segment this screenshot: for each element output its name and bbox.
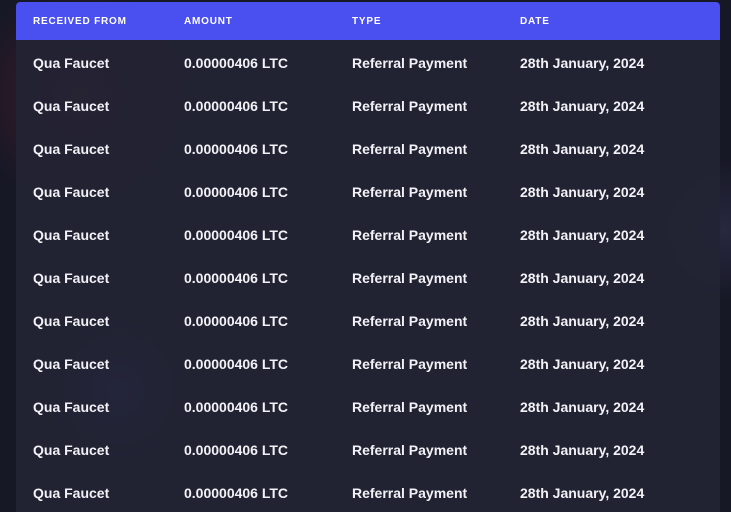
cell-type: Referral Payment xyxy=(352,269,468,286)
table-row: Qua Faucet 0.00000406 LTC Referral Payme… xyxy=(16,213,720,256)
table-row: Qua Faucet 0.00000406 LTC Referral Payme… xyxy=(16,471,720,512)
column-header-date: DATE xyxy=(520,15,550,27)
cell-received-from: Qua Faucet xyxy=(33,484,110,501)
cell-date: 28th January, 2024 xyxy=(520,312,645,329)
cell-date: 28th January, 2024 xyxy=(520,54,645,71)
cell-date: 28th January, 2024 xyxy=(520,355,645,372)
column-header-type: TYPE xyxy=(352,15,382,27)
cell-amount: 0.00000406 LTC xyxy=(184,97,289,114)
table-row: Qua Faucet 0.00000406 LTC Referral Payme… xyxy=(16,84,720,127)
cell-type: Referral Payment xyxy=(352,183,468,200)
cell-type: Referral Payment xyxy=(352,140,468,157)
cell-type: Referral Payment xyxy=(352,54,468,71)
cell-date: 28th January, 2024 xyxy=(520,97,645,114)
referral-payments-table: RECEIVED FROM AMOUNT TYPE DATE Qua Fauce… xyxy=(16,2,720,512)
cell-date: 28th January, 2024 xyxy=(520,398,645,415)
cell-amount: 0.00000406 LTC xyxy=(184,312,289,329)
cell-date: 28th January, 2024 xyxy=(520,226,645,243)
table-row: Qua Faucet 0.00000406 LTC Referral Payme… xyxy=(16,342,720,385)
cell-amount: 0.00000406 LTC xyxy=(184,269,289,286)
cell-type: Referral Payment xyxy=(352,226,468,243)
cell-type: Referral Payment xyxy=(352,441,468,458)
cell-received-from: Qua Faucet xyxy=(33,226,110,243)
table-row: Qua Faucet 0.00000406 LTC Referral Payme… xyxy=(16,428,720,471)
cell-received-from: Qua Faucet xyxy=(33,398,110,415)
cell-received-from: Qua Faucet xyxy=(33,54,110,71)
table-row: Qua Faucet 0.00000406 LTC Referral Payme… xyxy=(16,385,720,428)
table-row: Qua Faucet 0.00000406 LTC Referral Payme… xyxy=(16,299,720,342)
cell-received-from: Qua Faucet xyxy=(33,312,110,329)
table-row: Qua Faucet 0.00000406 LTC Referral Payme… xyxy=(16,170,720,213)
cell-received-from: Qua Faucet xyxy=(33,97,110,114)
cell-received-from: Qua Faucet xyxy=(33,441,110,458)
cell-received-from: Qua Faucet xyxy=(33,140,110,157)
cell-date: 28th January, 2024 xyxy=(520,441,645,458)
table-row: Qua Faucet 0.00000406 LTC Referral Payme… xyxy=(16,256,720,299)
cell-amount: 0.00000406 LTC xyxy=(184,484,289,501)
cell-date: 28th January, 2024 xyxy=(520,183,645,200)
cell-type: Referral Payment xyxy=(352,484,468,501)
cell-amount: 0.00000406 LTC xyxy=(184,226,289,243)
table-row: Qua Faucet 0.00000406 LTC Referral Payme… xyxy=(16,127,720,170)
cell-amount: 0.00000406 LTC xyxy=(184,140,289,157)
cell-type: Referral Payment xyxy=(352,398,468,415)
cell-amount: 0.00000406 LTC xyxy=(184,355,289,372)
cell-date: 28th January, 2024 xyxy=(520,269,645,286)
cell-date: 28th January, 2024 xyxy=(520,484,645,501)
cell-amount: 0.00000406 LTC xyxy=(184,398,289,415)
cell-amount: 0.00000406 LTC xyxy=(184,441,289,458)
column-header-amount: AMOUNT xyxy=(184,15,233,27)
table-header: RECEIVED FROM AMOUNT TYPE DATE xyxy=(16,2,720,40)
cell-date: 28th January, 2024 xyxy=(520,140,645,157)
cell-type: Referral Payment xyxy=(352,97,468,114)
cell-amount: 0.00000406 LTC xyxy=(184,54,289,71)
cell-received-from: Qua Faucet xyxy=(33,183,110,200)
table-body: Qua Faucet 0.00000406 LTC Referral Payme… xyxy=(16,40,720,512)
cell-amount: 0.00000406 LTC xyxy=(184,183,289,200)
cell-received-from: Qua Faucet xyxy=(33,269,110,286)
cell-type: Referral Payment xyxy=(352,312,468,329)
table-row: Qua Faucet 0.00000406 LTC Referral Payme… xyxy=(16,41,720,84)
cell-type: Referral Payment xyxy=(352,355,468,372)
cell-received-from: Qua Faucet xyxy=(33,355,110,372)
column-header-received-from: RECEIVED FROM xyxy=(33,15,127,27)
